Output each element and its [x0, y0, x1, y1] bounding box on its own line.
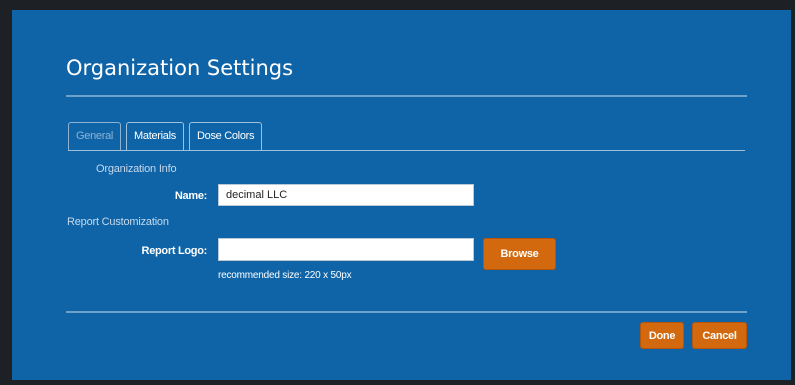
cancel-button[interactable]: Cancel [692, 322, 747, 349]
name-label: Name: [174, 190, 207, 202]
dialog-title: Organization Settings [66, 56, 294, 80]
logo-size-hint: recommended size: 220 x 50px [218, 270, 352, 281]
tab-materials[interactable]: Materials [126, 122, 184, 150]
footer-divider [66, 311, 747, 313]
tab-baseline [68, 150, 745, 151]
report-customization-heading: Report Customization [67, 216, 169, 228]
settings-tabs: General Materials Dose Colors [68, 122, 263, 150]
organization-name-input[interactable] [218, 184, 474, 206]
done-button[interactable]: Done [640, 322, 684, 349]
organization-info-heading: Organization Info [96, 163, 177, 175]
tab-general[interactable]: General [68, 122, 122, 150]
report-logo-label: Report Logo: [141, 245, 208, 257]
browse-button[interactable]: Browse [483, 238, 556, 270]
report-logo-input[interactable] [218, 238, 474, 261]
title-divider [66, 95, 747, 97]
organization-settings-dialog: Organization Settings General Materials … [12, 10, 791, 380]
tab-dose-colors[interactable]: Dose Colors [188, 122, 263, 150]
